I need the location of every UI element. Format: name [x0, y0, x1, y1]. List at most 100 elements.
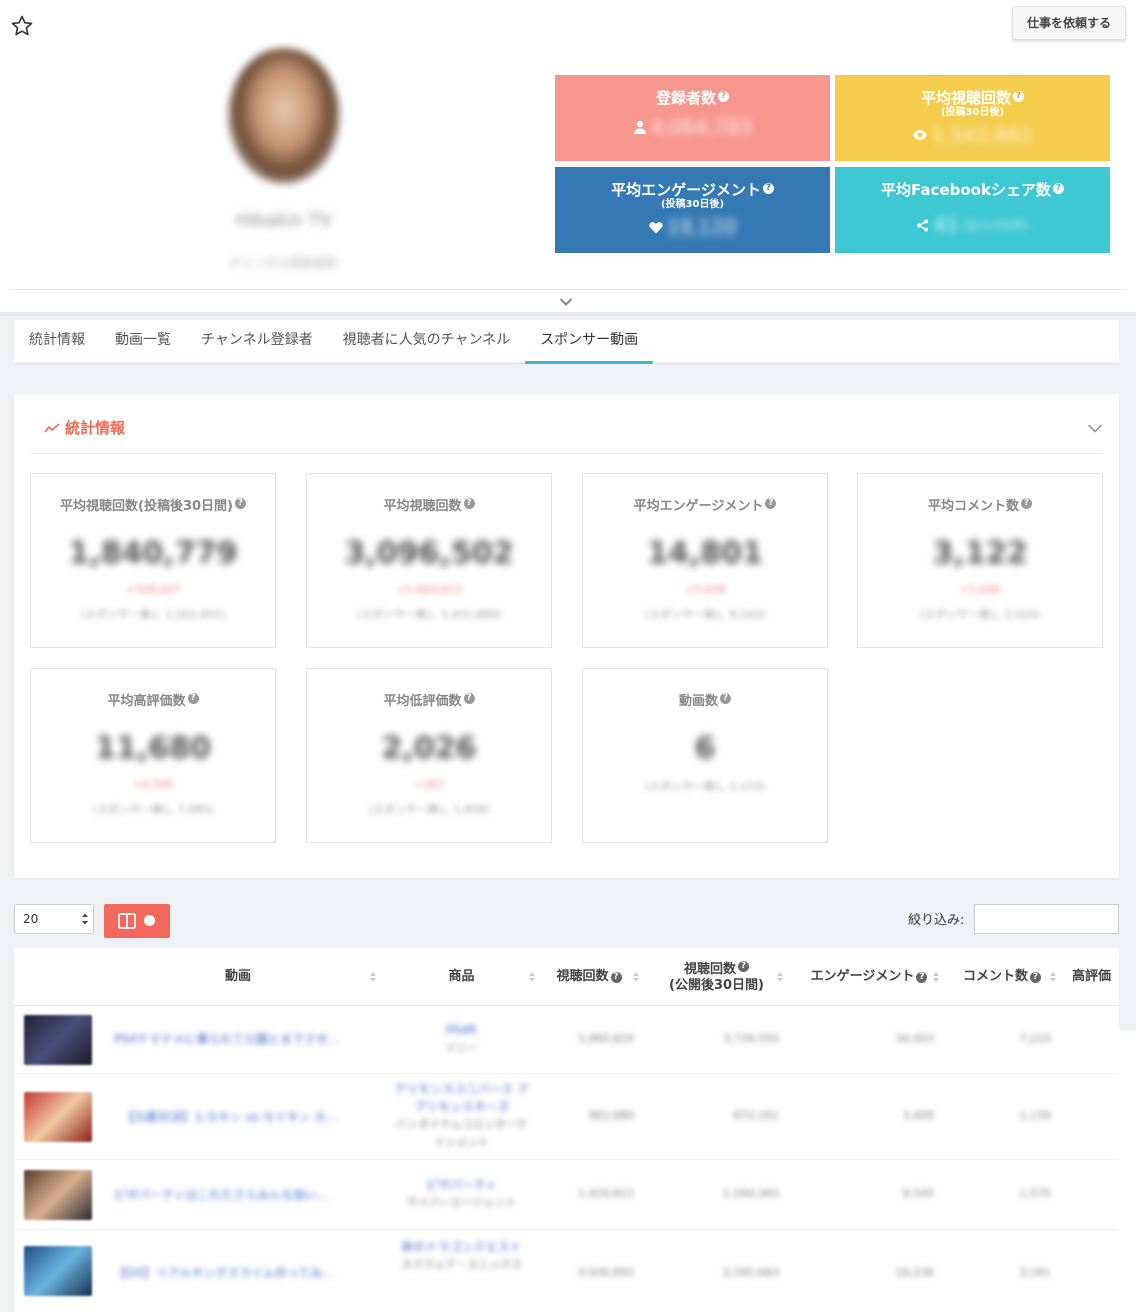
- sort-icon[interactable]: [369, 970, 377, 984]
- tab-videos[interactable]: 動画一覧: [100, 320, 186, 363]
- per-page-value: 20: [23, 912, 39, 926]
- th-views-30d[interactable]: 視聴回数 (公開後30日間): [654, 948, 779, 1006]
- favorite-star-icon[interactable]: [10, 14, 34, 38]
- sort-icon[interactable]: [776, 970, 784, 984]
- trend-line-icon: [44, 422, 60, 432]
- video-thumbnail[interactable]: [24, 1246, 92, 1296]
- tab-sponsor-videos[interactable]: スポンサー動画: [525, 320, 654, 364]
- stat-card-avg-likes: 平均高評価数 11,680 +4,595 (スポンサー無し 7,085): [30, 668, 276, 843]
- video-thumbnail[interactable]: [24, 1170, 92, 1220]
- video-title-link[interactable]: PS4ヤマナメに乗られて公園とまでさせ…: [114, 1030, 340, 1047]
- user-icon: [633, 120, 646, 134]
- filter-input[interactable]: [974, 904, 1119, 934]
- per-page-select[interactable]: 20: [14, 904, 94, 934]
- help-icon[interactable]: [187, 692, 199, 704]
- avg-facebook-note: (全 6,434件): [962, 219, 1029, 232]
- stat-card-title: 平均視聴回数(投稿後30日間): [60, 499, 233, 514]
- stat-card-value: 3,122: [932, 536, 1028, 571]
- tab-popular-channels[interactable]: 視聴者に人気のチャンネル: [328, 320, 526, 363]
- help-icon[interactable]: [463, 692, 475, 704]
- stat-card-sub: (スポンサー無し 7,085): [92, 803, 214, 816]
- stat-card-sub: (スポンサー無し 9,163): [644, 608, 766, 621]
- stats-panel-header: 統計情報: [30, 414, 1103, 454]
- channel-name: Hikakin TV: [236, 210, 332, 231]
- product-cell: 新のドラゴンクエスト スクウェア・エニックス: [401, 1240, 522, 1271]
- stat-card-sub: (スポンサー無し 2,024): [919, 608, 1041, 621]
- sort-icon[interactable]: [932, 970, 940, 984]
- th-comments[interactable]: コメント数: [957, 948, 1047, 1006]
- header-divider: [10, 289, 1126, 290]
- th-views[interactable]: 視聴回数: [544, 948, 634, 1006]
- avg-engagement-title: 平均エンゲージメント: [611, 181, 761, 199]
- th-engagement[interactable]: エンゲージメント: [799, 948, 939, 1006]
- select-arrows-icon: [82, 913, 88, 925]
- stats-panel-title: 統計情報: [65, 419, 126, 437]
- tab-subscribers[interactable]: チャンネル登録者: [186, 320, 328, 363]
- help-icon[interactable]: [1030, 971, 1041, 983]
- avg-facebook-title: 平均Facebookシェア数: [881, 181, 1051, 199]
- stat-card-avg-views: 平均視聴回数 3,096,502 +1,664,613 (スポンサー無し 1,4…: [306, 473, 552, 648]
- expand-chevron-icon[interactable]: [559, 297, 573, 307]
- stat-card-sub: (スポンサー無し 1,659): [368, 803, 490, 816]
- help-icon[interactable]: [738, 960, 749, 972]
- stat-card-title: 平均エンゲージメント: [633, 499, 764, 514]
- stat-card-title: 平均視聴回数: [383, 499, 462, 514]
- subscribers-title: 登録者数: [655, 89, 716, 107]
- help-icon[interactable]: [765, 497, 777, 509]
- stat-card-avg-engagement: 平均エンゲージメント 14,801 +5,638 (スポンサー無し 9,163): [582, 473, 828, 648]
- avg-views-box: 平均視聴回数 (投稿30日後) 1,542,661: [835, 75, 1110, 161]
- avg-engagement-subtitle: (投稿30日後): [660, 199, 725, 210]
- help-icon[interactable]: [234, 497, 246, 509]
- video-thumbnail[interactable]: [24, 1015, 92, 1065]
- avg-facebook-box: 平均Facebookシェア数 41 (全 6,434件): [835, 167, 1110, 253]
- help-icon[interactable]: [718, 90, 729, 102]
- subscribers-box: 登録者数 4,064,783: [555, 75, 830, 161]
- help-icon[interactable]: [1013, 90, 1024, 102]
- stat-card-sub: (スポンサー無し 1,261,651): [80, 608, 226, 621]
- request-work-button[interactable]: 仕事を依頼する: [1012, 6, 1126, 40]
- stat-card-avg-views-30d: 平均視聴回数(投稿後30日間) 1,840,779 +328,007 (スポンサ…: [30, 473, 276, 648]
- sort-icon[interactable]: [528, 970, 536, 984]
- help-icon[interactable]: [1021, 497, 1032, 509]
- help-icon[interactable]: [1052, 182, 1064, 194]
- sort-icon[interactable]: [1049, 970, 1057, 984]
- avg-engagement-box: 平均エンゲージメント (投稿30日後) 19,120: [555, 167, 830, 253]
- help-icon[interactable]: [916, 971, 928, 983]
- help-icon[interactable]: [720, 692, 731, 704]
- help-icon[interactable]: [463, 497, 475, 509]
- table-row[interactable]: PS4ヤマナメに乗られて公園とまでさせ… PS4R ソニー 5,965,824 …: [14, 1006, 1119, 1074]
- stat-card-sub: (スポンサー無し 2,153): [644, 780, 766, 793]
- video-title-link[interactable]: 【元素対決】ヒカキン vs セイキン 大…: [122, 1108, 338, 1125]
- video-title-link[interactable]: 【DX】リアルキングスライム作ってみ…: [114, 1264, 334, 1281]
- video-title-link[interactable]: ピザパーティはこれたさらみんな自い…: [114, 1186, 329, 1203]
- avg-views-title: 平均視聴回数: [920, 89, 1011, 107]
- heart-icon: [648, 221, 663, 233]
- stats-panel: 統計情報 平均視聴回数(投稿後30日間) 1,840,779 +328,007 …: [14, 394, 1119, 878]
- avg-engagement-value: 19,120: [666, 215, 737, 239]
- stat-card-video-count: 動画数 6 (スポンサー無し 2,153): [582, 668, 828, 843]
- tab-stats[interactable]: 統計情報: [14, 320, 100, 363]
- sort-icon[interactable]: [632, 970, 640, 984]
- stat-card-avg-dislikes: 平均低評価数 2,026 +367 (スポンサー無し 1,659): [306, 668, 552, 843]
- th-video[interactable]: 動画: [98, 948, 378, 1006]
- stat-card-avg-comments: 平均コメント数 3,122 +1,098 (スポンサー無し 2,024): [857, 473, 1103, 648]
- eye-icon: [912, 130, 927, 140]
- stat-card-value: 11,680: [95, 731, 211, 766]
- stat-card-delta: +1,098: [959, 583, 1001, 596]
- th-product[interactable]: 商品: [394, 948, 529, 1006]
- column-toggle-button[interactable]: [104, 904, 170, 938]
- stat-card-delta: +367: [413, 778, 445, 791]
- stat-card-value: 6: [694, 731, 716, 766]
- collapse-chevron-icon[interactable]: [1087, 422, 1103, 434]
- avg-facebook-value: 41: [933, 213, 959, 237]
- table-row[interactable]: 【元素対決】ヒカキン vs セイキン 大… アリモンスユニバース アプリモンスタ…: [14, 1074, 1119, 1160]
- help-icon[interactable]: [762, 182, 774, 194]
- th-likes[interactable]: 高評価: [1072, 948, 1119, 1006]
- channel-tabs: 統計情報 動画一覧 チャンネル登録者 視聴者に人気のチャンネル スポンサー動画: [14, 320, 1119, 364]
- filter-label: 絞り込み:: [908, 913, 965, 928]
- video-thumbnail[interactable]: [24, 1092, 92, 1142]
- help-icon[interactable]: [610, 971, 622, 983]
- table-scrollbar[interactable]: [1118, 1030, 1136, 1312]
- table-row[interactable]: ピザパーティはこれたさらみんな自い… ピザパーティ サイバーエージェント 1,4…: [14, 1160, 1119, 1230]
- table-row[interactable]: 【DX】リアルキングスライム作ってみ… 新のドラゴンクエスト スクウェア・エニッ…: [14, 1230, 1119, 1312]
